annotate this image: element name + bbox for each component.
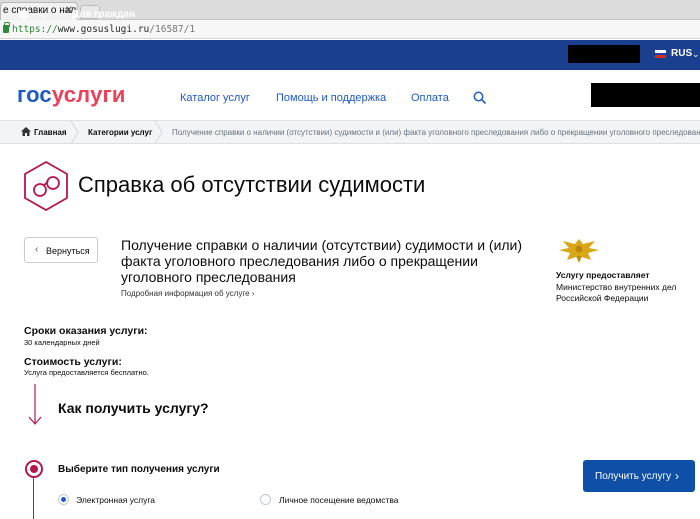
provider-name: Министерство внутренних дел Российской Ф…	[556, 282, 677, 303]
breadcrumb-categories[interactable]: Категории услуг	[88, 128, 152, 137]
chevron-down-icon[interactable]: ⌄	[130, 9, 138, 20]
language-selector[interactable]: RUS	[671, 48, 692, 59]
back-button[interactable]: ‹ Вернуться	[24, 237, 98, 263]
cost-value: Услуга предоставляется бесплатно.	[24, 368, 149, 377]
chevron-down-icon[interactable]: ⌄	[40, 9, 48, 20]
coat-of-arms-icon[interactable]	[16, 7, 32, 23]
service-details-link[interactable]: Подробная информация об услуге ›	[121, 289, 254, 298]
provider-heading: Услугу предоставляет	[556, 270, 650, 280]
breadcrumb-separator	[70, 121, 79, 144]
get-service-button[interactable]: Получить услугу ›	[583, 460, 695, 492]
mvd-emblem-icon	[559, 239, 599, 263]
gosuslugi-logo[interactable]: госуслуги	[17, 82, 126, 108]
chevron-down-icon[interactable]: ⌄	[692, 49, 700, 60]
radio-electronic-label[interactable]: Электронная услуга	[76, 495, 155, 505]
chevron-left-icon: ‹	[35, 244, 39, 255]
cost-heading: Стоимость услуги:	[24, 356, 122, 368]
get-service-label: Получить услугу	[595, 471, 672, 482]
handcuffs-icon	[24, 161, 68, 211]
search-icon[interactable]	[473, 91, 487, 105]
chevron-right-icon: ›	[251, 289, 255, 298]
arrow-down-icon	[28, 384, 42, 425]
back-button-label: Вернуться	[46, 246, 90, 256]
redacted-block	[591, 83, 700, 107]
for-citizens-menu[interactable]: Для граждан	[72, 9, 135, 20]
radio-visit-label[interactable]: Личное посещение ведомства	[279, 495, 399, 505]
term-value: 30 календарных дней	[24, 338, 100, 347]
term-heading: Сроки оказания услуги:	[24, 325, 148, 337]
breadcrumb-home[interactable]: Главная	[34, 128, 67, 137]
step-line	[33, 478, 34, 519]
home-icon[interactable]	[21, 127, 31, 136]
lock-icon	[3, 22, 10, 33]
service-title: Получение справки о наличии (отсутствии)…	[121, 237, 523, 285]
nav-help[interactable]: Помощь и поддержка	[276, 92, 386, 104]
russia-flag-icon	[655, 50, 666, 58]
address-bar[interactable]: https://www.gosuslugi.ru/16587/1	[0, 20, 700, 39]
step-heading: Выберите тип получения услуги	[58, 464, 220, 475]
nav-payment[interactable]: Оплата	[411, 92, 449, 104]
nav-catalog[interactable]: Каталог услуг	[180, 92, 250, 104]
radio-visit[interactable]	[260, 494, 271, 505]
redacted-block	[568, 45, 640, 63]
how-to-get-heading: Как получить услугу?	[58, 400, 209, 416]
chevron-right-icon: ›	[675, 469, 679, 483]
url-text[interactable]: https://www.gosuslugi.ru/16587/1	[12, 23, 195, 36]
breadcrumb-separator	[154, 121, 163, 144]
breadcrumb-current: Получение справки о наличии (отсутствии)…	[172, 128, 700, 137]
browser-tab[interactable]: е справки о наличи ✕	[0, 2, 78, 20]
radio-electronic[interactable]	[58, 494, 69, 505]
page-title: Справка об отсутствии судимости	[78, 172, 426, 197]
step-marker	[25, 460, 43, 478]
